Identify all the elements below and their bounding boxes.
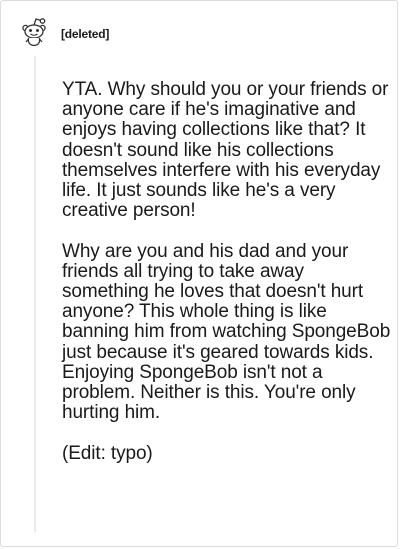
comment-body: YTA. Why should you or your friends or a…	[62, 79, 392, 484]
comment-card: [deleted] YTA. Why should you or your fr…	[0, 0, 398, 547]
thread-collapse-line[interactable]	[34, 56, 36, 532]
comment-paragraph: Why are you and his dad and your friends…	[62, 240, 391, 424]
comment-paragraph: (Edit: typo)	[62, 442, 153, 464]
comment-author[interactable]: [deleted]	[61, 27, 109, 41]
comment-paragraph: YTA. Why should you or your friends or a…	[62, 79, 389, 222]
reddit-snoo-icon[interactable]	[19, 16, 49, 48]
